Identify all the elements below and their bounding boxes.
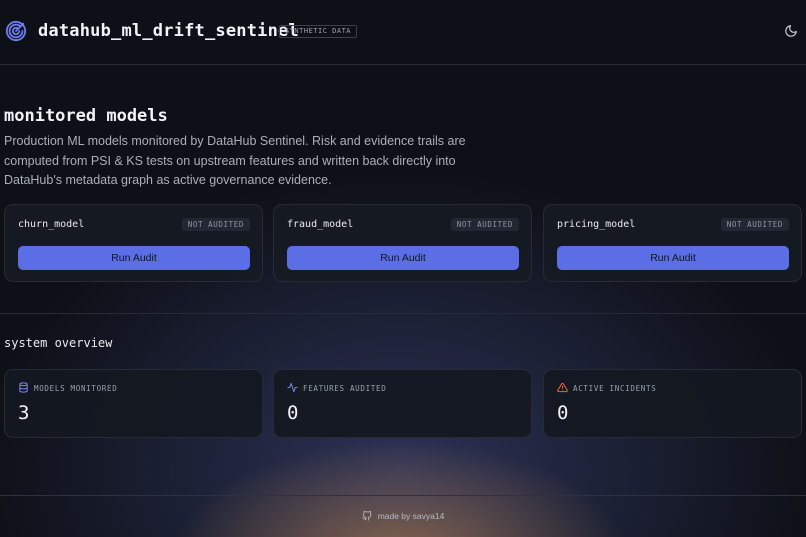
model-name: pricing_model [557,219,636,230]
status-badge: NOT AUDITED [720,218,789,231]
radar-icon [5,20,27,42]
warning-icon [557,382,568,393]
model-card-churn: churn_model NOT AUDITED Run Audit [4,204,263,282]
footer: made by savya14 [0,495,806,537]
synthetic-data-badge: SYNTHETIC DATA [279,25,358,38]
stat-card-features-audited: FEATURES AUDITED 0 [273,369,532,438]
stat-value: 3 [18,402,30,424]
model-name: churn_model [18,219,85,230]
stat-card-active-incidents: ACTIVE INCIDENTS 0 [543,369,802,438]
page-title: monitored models [4,106,168,126]
stat-value: 0 [557,402,569,424]
page-description: Production ML models monitored by DataHu… [4,134,466,187]
activity-icon [287,382,298,393]
database-icon [19,382,28,393]
section-divider [0,313,806,314]
stat-label: FEATURES AUDITED [303,384,387,393]
status-badge: NOT AUDITED [450,218,519,231]
stat-value: 0 [287,402,299,424]
model-name: fraud_model [287,219,354,230]
app-title: datahub_ml_drift_sentinel [38,21,299,41]
moon-icon[interactable] [784,24,798,38]
github-icon[interactable] [362,511,372,521]
app-header: datahub_ml_drift_sentinel SYNTHETIC DATA [0,0,806,65]
footer-credit[interactable]: made by savya14 [378,511,445,521]
stat-label: ACTIVE INCIDENTS [573,384,657,393]
run-audit-button[interactable]: Run Audit [18,246,250,270]
status-badge: NOT AUDITED [181,218,250,231]
run-audit-button[interactable]: Run Audit [557,246,789,270]
stat-label: MODELS MONITORED [34,384,118,393]
run-audit-button[interactable]: Run Audit [287,246,519,270]
model-card-fraud: fraud_model NOT AUDITED Run Audit [273,204,532,282]
stat-card-models-monitored: MODELS MONITORED 3 [4,369,263,438]
model-card-pricing: pricing_model NOT AUDITED Run Audit [543,204,802,282]
section-title: system overview [4,336,113,350]
